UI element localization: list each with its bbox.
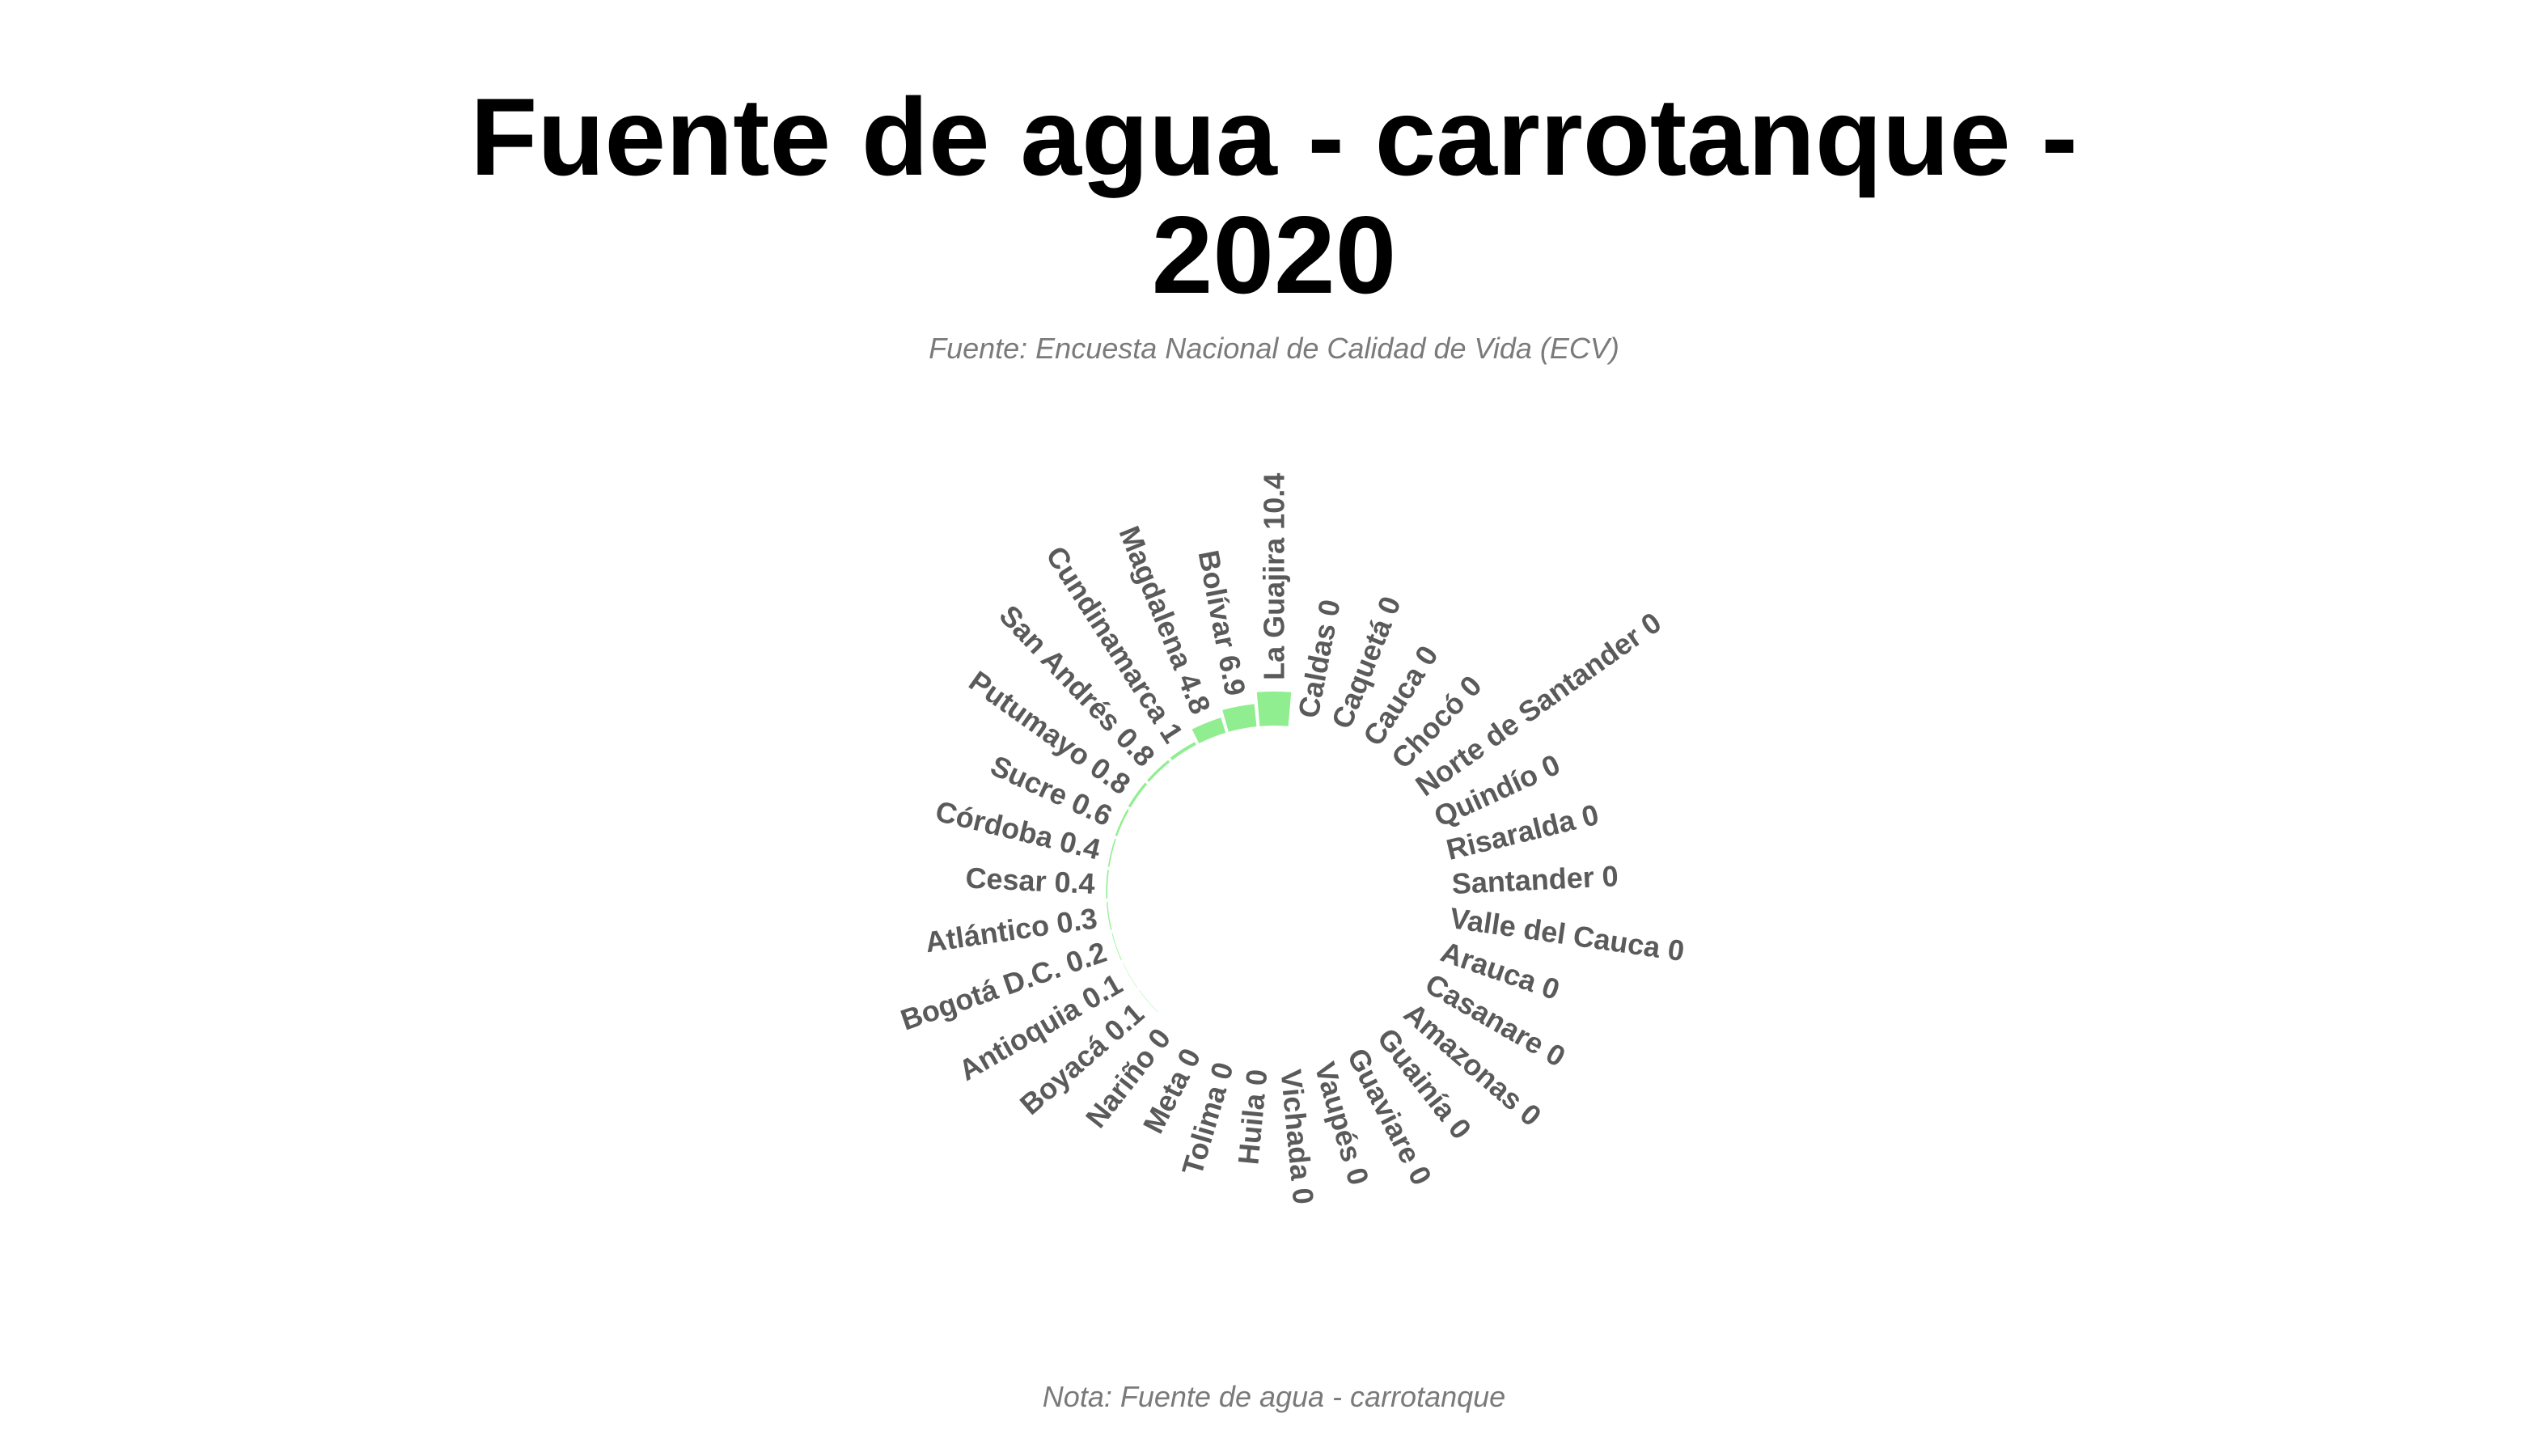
bar-magdalena [1191,717,1226,744]
bar-cesar [1106,870,1109,899]
bar-sucre [1115,809,1129,836]
bar-bolivar [1222,704,1257,732]
bar-bogota-d-c [1111,933,1122,961]
bar-boyaca [1139,990,1158,1013]
label-cesar: Cesar 0.4 [965,861,1096,900]
bar-atlantico [1107,901,1112,930]
chart-caption: Nota: Fuente de agua - carrotanque [1042,1380,1506,1413]
label-huila: Huila 0 [1231,1068,1273,1166]
bar-san-andres [1147,760,1170,782]
label-vichada: Vichada 0 [1275,1068,1321,1206]
bar-antioquia [1123,963,1138,988]
circular-bar-chart: La Guajira 10.4 Caldas 0Caquetá 0Cauca 0C… [896,473,1687,1206]
bar-la-guajira [1256,691,1292,726]
bar-cordoba [1107,838,1116,867]
label-la-guajira: La Guajira 10.4 [1258,473,1291,680]
bar-cundinamarca [1170,742,1196,760]
label-santander: Santander 0 [1451,859,1619,900]
bar-putumayo [1128,782,1148,808]
labels-group: La Guajira 10.4 Caldas 0Caquetá 0Cauca 0C… [896,473,1687,1206]
